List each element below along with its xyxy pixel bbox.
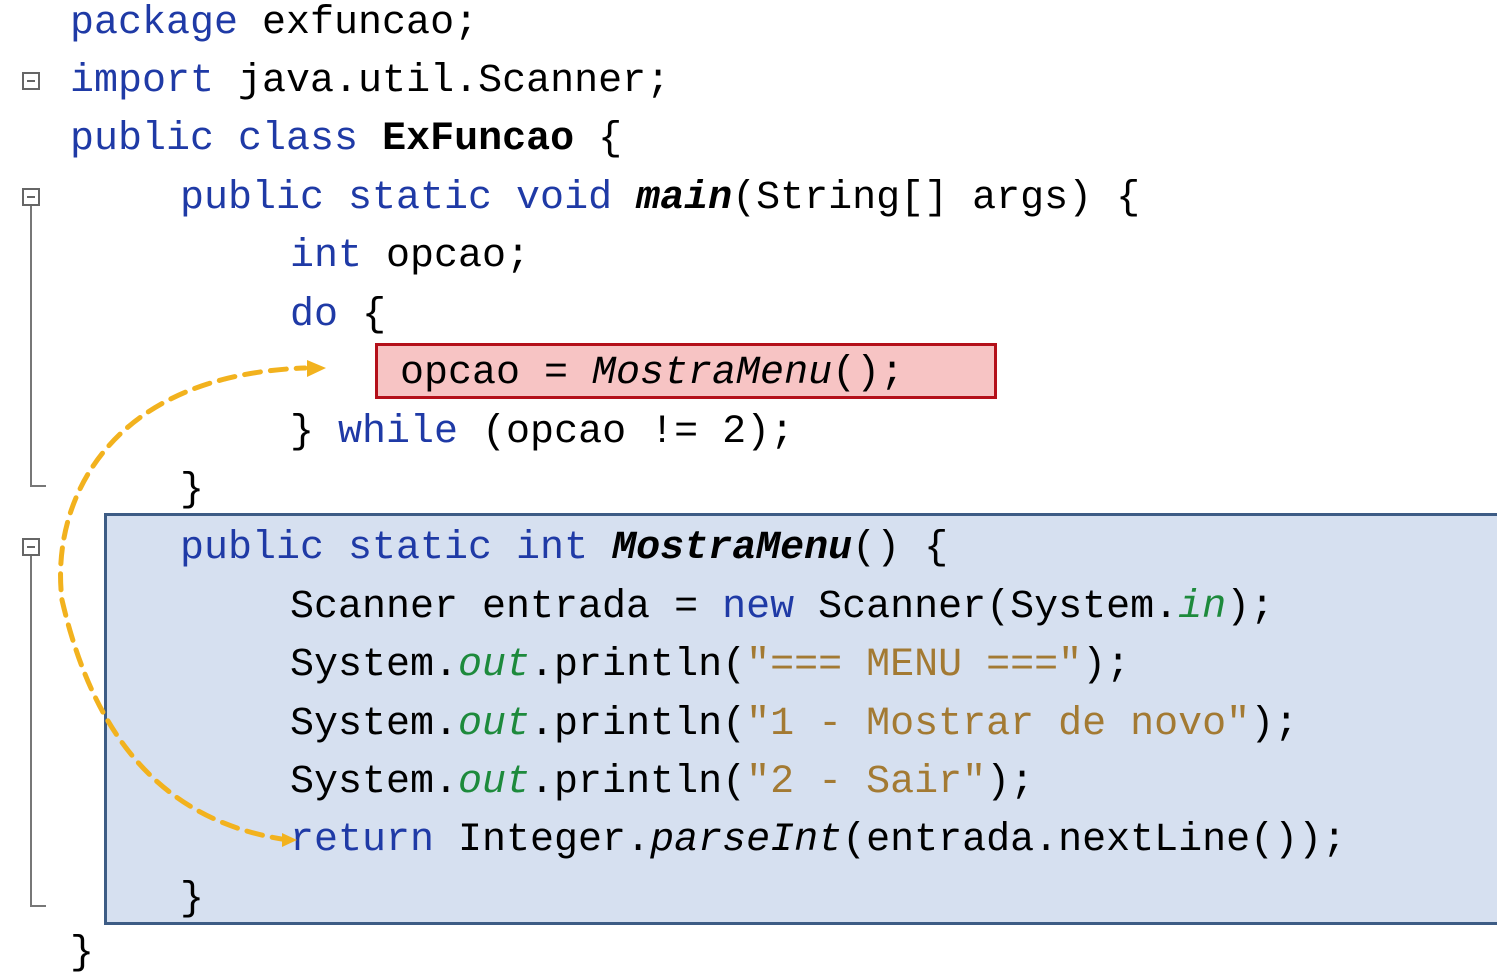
return-flow-arrow — [58, 360, 326, 847]
arrow-head-top-icon — [307, 360, 326, 377]
arrow-path — [58, 365, 308, 843]
arrow-head-bottom-icon — [282, 833, 297, 847]
